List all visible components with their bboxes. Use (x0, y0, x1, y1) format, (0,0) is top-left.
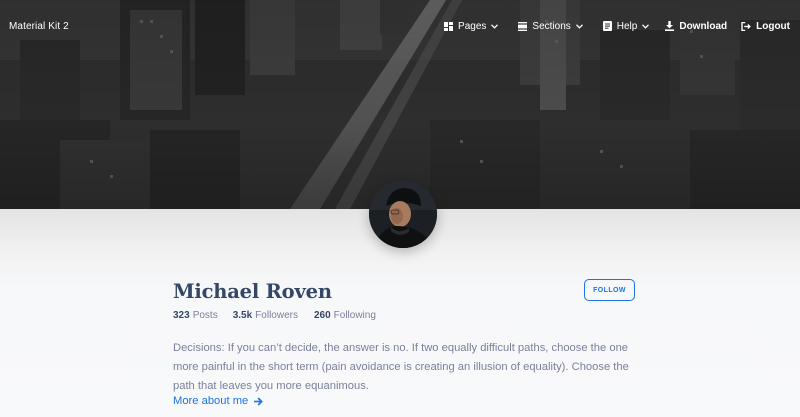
avatar (369, 180, 437, 248)
profile-stats: 323 Posts 3.5k Followers 260 Following (173, 310, 376, 321)
stat-label: Posts (192, 310, 218, 321)
stat-label: Followers (255, 310, 298, 321)
chevron-down-icon (491, 23, 499, 29)
nav-item-label: Help (616, 20, 638, 32)
nav-item-sections[interactable]: Sections (518, 20, 583, 32)
profile-name: Michael Roven (173, 280, 332, 303)
stat-followers: 3.5k Followers (233, 310, 298, 321)
stat-value: 260 (313, 310, 331, 321)
nav-item-download[interactable]: Download (665, 21, 727, 32)
stat-label: Following (333, 310, 376, 321)
nav-item-label: Sections (532, 20, 571, 32)
stat-value: 323 (173, 310, 190, 321)
stat-following: 260 Following (314, 310, 376, 321)
profile-photo (369, 180, 437, 248)
article-icon (602, 21, 612, 31)
brand-link[interactable]: Material Kit 2 (9, 21, 69, 32)
more-about-me-link[interactable]: More about me (173, 395, 264, 407)
view-day-icon (518, 21, 528, 31)
stat-posts: 323 Posts (173, 310, 218, 321)
nav-item-help[interactable]: Help (602, 20, 650, 32)
dashboard-icon (444, 21, 454, 31)
logout-icon (741, 21, 751, 31)
chevron-down-icon (575, 23, 583, 29)
nav-item-pages[interactable]: Pages (444, 20, 499, 32)
nav-item-label: Logout (756, 20, 790, 32)
profile-bio: Decisions: If you can’t decide, the answ… (173, 342, 629, 392)
chevron-down-icon (642, 23, 650, 29)
download-icon (665, 21, 675, 31)
nav-item-label: Pages (458, 20, 487, 32)
more-about-me-label: More about me (173, 395, 249, 407)
follow-button[interactable]: FOLLOW (584, 279, 635, 301)
stat-value: 3.5k (232, 310, 253, 321)
nav-item-logout[interactable]: Logout (741, 21, 790, 32)
nav-menu: Pages Sections Help Download Logout (444, 21, 790, 32)
top-navbar: Material Kit 2 Pages Sections Help Downl… (0, 0, 800, 52)
nav-item-label: Download (679, 20, 728, 32)
arrow-right-icon (254, 396, 264, 406)
